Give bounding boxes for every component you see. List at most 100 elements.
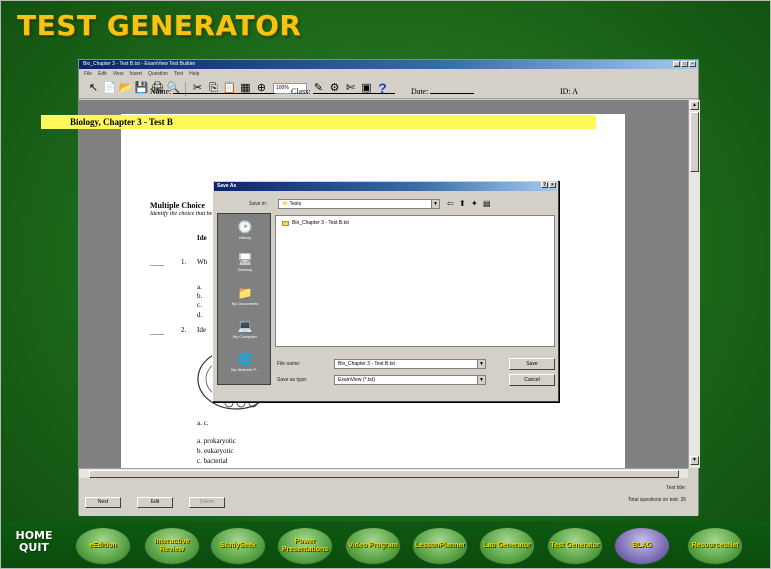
chevron-down-icon[interactable]: ▼	[477, 376, 485, 384]
q2-choice: c. bacterial	[197, 457, 228, 465]
horizontal-scrollbar[interactable]	[79, 468, 688, 478]
nav-label: BLAG	[632, 542, 652, 549]
close-button[interactable]: ×	[689, 61, 696, 67]
q2-choice: b. eukaryotic	[197, 447, 234, 455]
menu-test[interactable]: Test	[174, 70, 183, 78]
place-label: My Computer	[232, 334, 257, 339]
nav-label: StudySeek	[220, 542, 256, 549]
save-icon[interactable]: 💾	[135, 82, 149, 95]
menu-file[interactable]: File	[84, 70, 92, 78]
dialog-controls: ? ×	[541, 182, 556, 188]
nav-video-program[interactable]: Video Program	[345, 527, 401, 565]
nav-label: eEdition	[89, 542, 117, 549]
up-folder-icon[interactable]: ⬆	[459, 199, 466, 209]
q2-blank: ____	[150, 328, 164, 336]
quit-label: QUIT	[19, 541, 49, 554]
open-icon[interactable]: 📂	[119, 82, 133, 95]
status-bar: Next Edit Delete Test title: Total quest…	[79, 479, 698, 516]
edit-button[interactable]: Edit	[137, 497, 173, 508]
place-label: Desktop	[237, 267, 253, 272]
maximize-button[interactable]: □	[681, 61, 688, 67]
nav-lab-generator[interactable]: Lab Generator	[479, 527, 535, 565]
dialog-title-bar[interactable]: Save As ? ×	[214, 182, 557, 191]
q1-choice: d.	[197, 311, 203, 319]
q1-blank: ____	[150, 259, 164, 267]
nav-blag[interactable]: BLAG	[614, 527, 670, 565]
save-as-type-value: ExamView (*.tst)	[338, 377, 375, 383]
class-label: Class:	[291, 87, 311, 96]
chevron-down-icon[interactable]: ▼	[431, 200, 439, 208]
vertical-scrollbar[interactable]: ▲ ▼	[688, 100, 700, 468]
menu-edit[interactable]: Edit	[98, 70, 107, 78]
nav-label: Interactive Review	[154, 538, 190, 553]
nav-interactive-review[interactable]: Interactive Review	[144, 527, 200, 565]
file-name-value: Bio_Chapter 3 - Test B.tst	[338, 361, 395, 367]
help-icon[interactable]: ?	[541, 182, 548, 188]
home-quit-button[interactable]: HOME QUIT	[10, 530, 58, 554]
file-list[interactable]: Bio_Chapter 3 - Test B.tst	[275, 215, 555, 347]
section-instructions: Identify the choice that best completes …	[150, 211, 212, 217]
nav-label: Video Program	[348, 542, 398, 549]
place-my-computer[interactable]: 💻 My Computer	[218, 319, 272, 339]
next-button[interactable]: Next	[85, 497, 121, 508]
save-as-type-select[interactable]: ExamView (*.tst) ▼	[334, 375, 486, 385]
back-icon[interactable]: ⇦	[447, 199, 454, 209]
nav-power-presentations[interactable]: Power Presentations	[277, 527, 333, 565]
place-desktop[interactable]: 🖥 Desktop	[218, 252, 272, 272]
nav-lessonplanner[interactable]: LessonPlanner	[412, 527, 468, 565]
vertical-scroll-thumb[interactable]	[690, 112, 699, 172]
file-name-input[interactable]: Bio_Chapter 3 - Test B.tst ▼	[334, 359, 486, 369]
close-icon[interactable]: ×	[549, 182, 556, 188]
nav-label: Test Generator	[550, 542, 600, 549]
save-as-dialog: Save As ? × Save in: 📁 Tests ▼ ⇦ ⬆ ✦ ▤ 🕑…	[212, 180, 559, 402]
delete-button[interactable]: Delete	[189, 497, 225, 508]
date-field-row: Date:	[411, 87, 475, 96]
class-field-row: Class:	[291, 87, 395, 96]
folder-icon: 📁	[282, 201, 290, 207]
menu-help[interactable]: Help	[189, 70, 199, 78]
scroll-down-icon[interactable]: ▼	[690, 456, 699, 465]
app-title: TEST GENERATOR	[17, 9, 302, 42]
places-bar: 🕑 History 🖥 Desktop 📁 My Documents 💻 My Comp…	[217, 213, 271, 385]
scroll-up-icon[interactable]: ▲	[690, 101, 699, 110]
q2-number: 2.	[181, 326, 187, 334]
nav-label: ResourcesNet	[691, 542, 739, 549]
file-item[interactable]: Bio_Chapter 3 - Test B.tst	[282, 220, 349, 226]
nav-test-generator[interactable]: Test Generator	[547, 527, 603, 565]
place-history[interactable]: 🕑 History	[218, 220, 272, 240]
place-my-documents[interactable]: 📁 My Documents	[218, 286, 272, 306]
save-in-value: Tests	[289, 201, 302, 207]
name-underline	[173, 87, 276, 94]
nav-studyseek[interactable]: StudySeek	[210, 527, 266, 565]
save-in-select[interactable]: 📁 Tests ▼	[278, 199, 440, 209]
chapter-title: Biology, Chapter 3 - Test B	[70, 117, 173, 127]
q2-tail: a. c.	[197, 419, 209, 427]
menu-question[interactable]: Question	[148, 70, 168, 78]
minimize-button[interactable]: _	[673, 61, 680, 67]
q1-stem: Wh	[197, 258, 208, 266]
place-label: My Network P...	[231, 367, 259, 372]
window-title-bar[interactable]: Bio_Chapter 3 - Test B.tst - ExamView Te…	[79, 60, 698, 69]
nav-eedition[interactable]: eEdition	[75, 527, 131, 565]
cancel-button[interactable]: Cancel	[509, 374, 555, 386]
save-button[interactable]: Save	[509, 358, 555, 370]
new-icon[interactable]: 📄	[103, 82, 117, 95]
select-icon[interactable]: ↖	[87, 82, 100, 95]
class-underline	[312, 87, 395, 94]
save-as-type-label: Save as type:	[277, 377, 308, 383]
place-network[interactable]: 🌐 My Network P...	[218, 352, 272, 372]
menu-insert[interactable]: Insert	[129, 70, 142, 78]
desktop-icon: 🖥	[237, 252, 253, 266]
q1-choice: c.	[197, 301, 202, 309]
chevron-down-icon[interactable]: ▼	[477, 360, 485, 368]
new-folder-icon[interactable]: ✦	[471, 199, 478, 209]
q1-choice: b.	[197, 292, 203, 300]
view-menu-icon[interactable]: ▤	[483, 199, 491, 209]
menu-view[interactable]: View	[113, 70, 124, 78]
total-questions-label: Total questions on test: 35	[627, 497, 686, 503]
menu-bar: File Edit View Insert Question Test Help	[79, 70, 698, 78]
nav-resourcesnet[interactable]: ResourcesNet	[687, 527, 743, 565]
horizontal-scroll-thumb[interactable]	[89, 470, 679, 478]
section-title: Multiple Choice	[150, 201, 205, 210]
file-name-label: File name:	[277, 361, 301, 367]
